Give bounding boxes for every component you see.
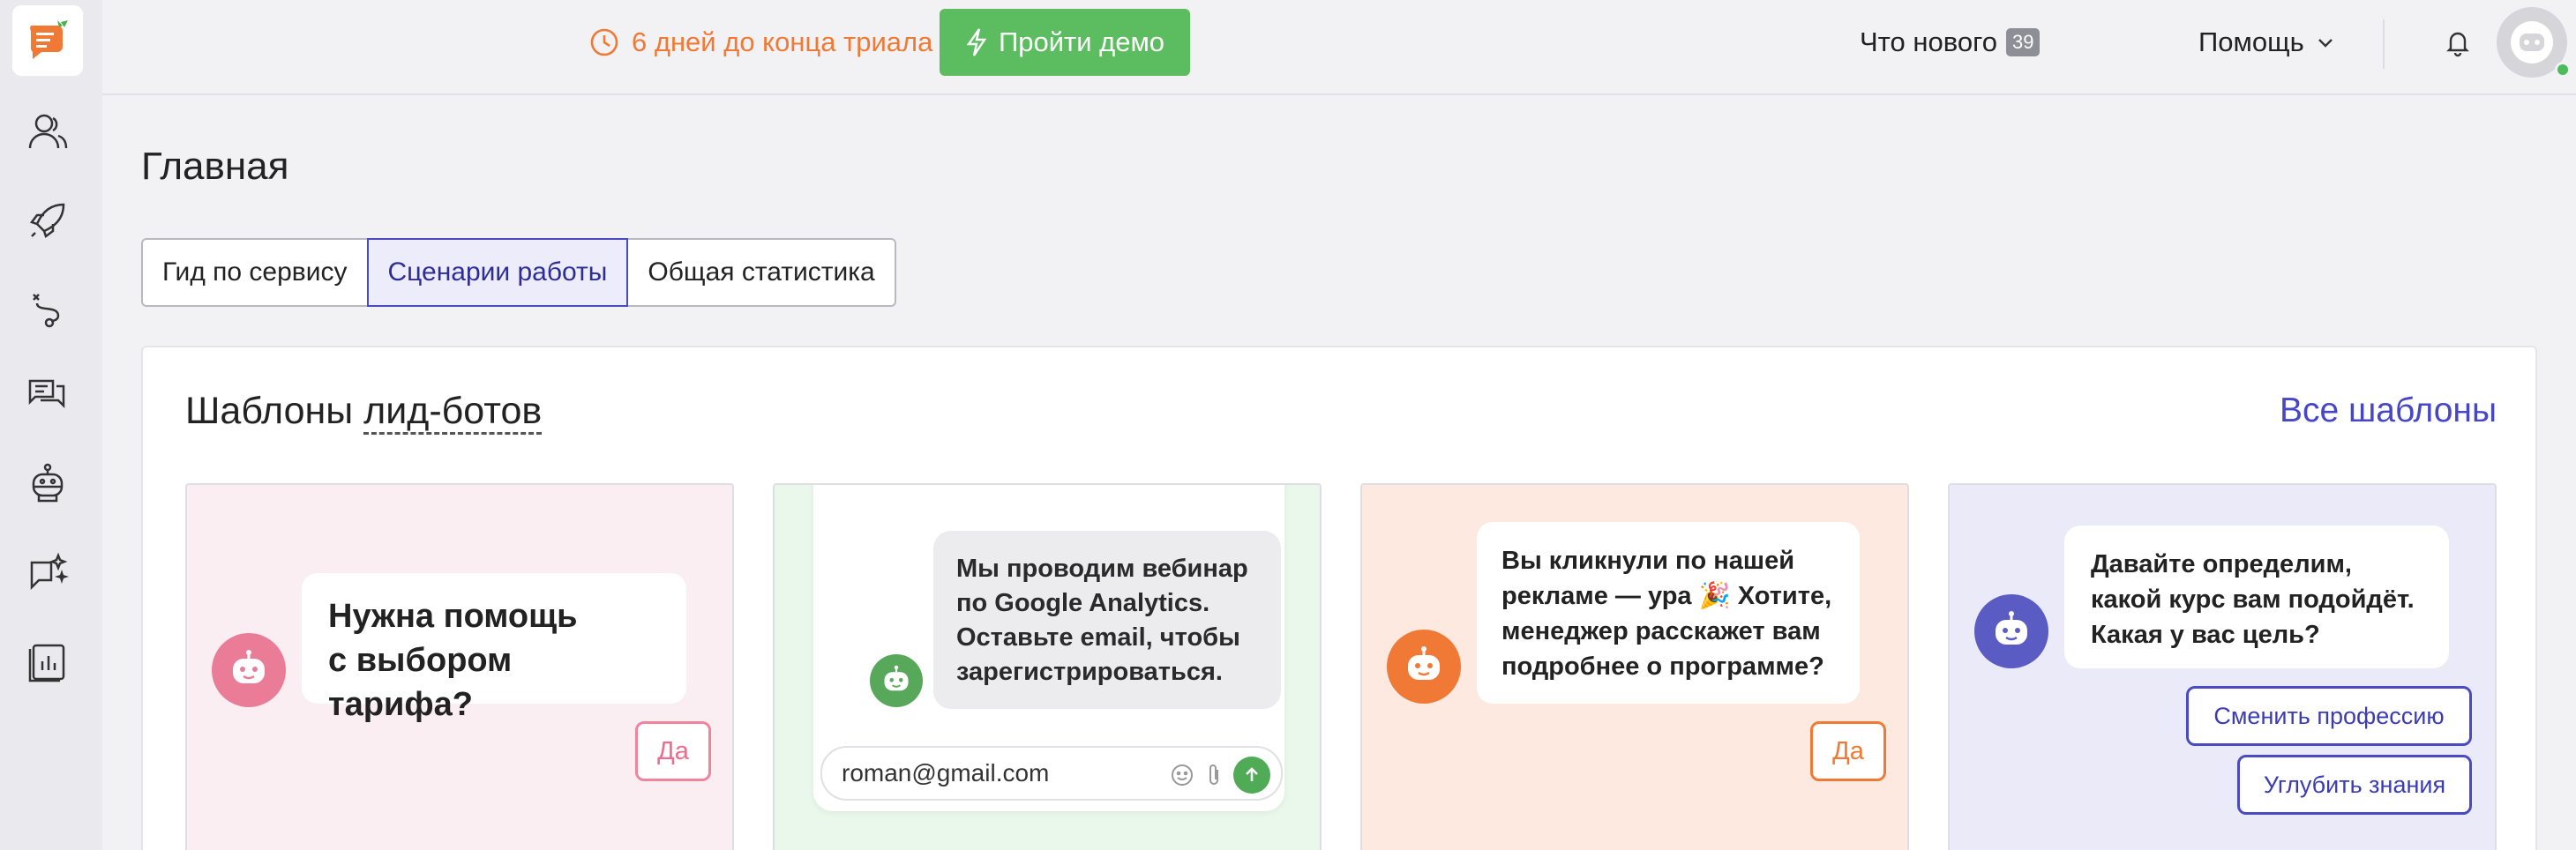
template-card[interactable]: Давайте определим, какой курс вам подойд… [1948,483,2497,850]
help-menu[interactable]: Помощь [2198,25,2336,60]
email-input-value: roman@gmail.com [842,759,1050,787]
clock-icon [590,28,618,56]
sparkle-chat-icon[interactable] [19,545,76,601]
message-line: Вы кликнули по нашей [1501,547,1795,575]
message-line: подробнее о программе? [1501,652,1824,681]
top-header: 6 дней до конца триала Пройти демо Что н… [102,0,2576,95]
tab-service-guide[interactable]: Гид по сервису [141,238,369,307]
analytics-icon[interactable] [19,633,76,690]
header-divider [2383,19,2385,69]
answer-deepen-knowledge-button[interactable]: Углубить знания [2237,755,2472,815]
message-line: менеджер расскажет вам [1501,617,1821,645]
lead-bot-templates-panel: Шаблоны лид-ботов Все шаблоны Нужна помо… [141,346,2537,850]
send-icon[interactable] [1233,757,1270,794]
whats-new-badge: 39 [2005,28,2041,56]
emoji-icon[interactable] [1170,763,1194,787]
message-line: Оставьте email, чтобы [956,623,1240,652]
bot-message-bubble: Мы проводим вебинар по Google Analytics.… [933,531,1281,709]
all-templates-link[interactable]: Все шаблоны [2280,391,2497,430]
demo-button[interactable]: Пройти демо [940,9,1190,76]
message-line: с выбором тарифа? [328,642,513,723]
bot-message-bubble: Давайте определим, какой курс вам подойд… [2064,526,2449,668]
tab-work-scenarios[interactable]: Сценарии работы [366,238,629,307]
sidebar [0,0,102,850]
logo-icon [30,20,68,59]
message-line: по Google Analytics. [956,589,1210,617]
page-title: Главная [141,145,289,188]
panel-title: Шаблоны лид-ботов [185,390,543,435]
bot-avatar-icon [1974,594,2048,668]
template-card[interactable]: Вы кликнули по нашей рекламе — ура 🎉 Хот… [1360,483,1909,850]
bolt-icon [966,28,987,56]
chat-icon[interactable] [19,369,76,425]
whats-new-label: Что нового [1860,26,1997,57]
tab-general-stats[interactable]: Общая статистика [626,238,896,307]
bot-icon[interactable] [19,457,76,513]
bot-avatar-icon [870,654,923,707]
answer-yes-button[interactable]: Да [635,721,711,781]
bot-avatar-icon [212,633,286,707]
trial-indicator[interactable]: 6 дней до конца триала [589,25,932,60]
bell-icon[interactable] [2440,25,2475,60]
message-line: Давайте определим, [2091,550,2352,578]
attach-icon[interactable] [1203,763,1224,787]
users-icon[interactable] [19,104,76,160]
message-line: рекламе — ура 🎉 Хотите, [1501,582,1832,610]
bot-message-bubble: Вы кликнули по нашей рекламе — ура 🎉 Хот… [1477,522,1860,704]
bot-message-bubble: Нужна помощь с выбором тарифа? [302,573,686,723]
demo-button-label: Пройти демо [998,26,1165,57]
panel-title-prefix: Шаблоны [185,390,354,432]
email-input[interactable]: roman@gmail.com [820,746,1283,801]
logo[interactable] [12,5,83,76]
bot-avatar-icon [1387,630,1461,704]
template-card[interactable]: Нужна помощь с выбором тарифа? Да [185,483,734,850]
rocket-icon[interactable] [19,192,76,249]
chevron-down-icon [2318,39,2333,48]
answer-yes-button[interactable]: Да [1810,721,1886,781]
message-line: какой курс вам подойдёт. [2091,585,2415,614]
online-status-dot [2555,62,2571,78]
message-line: зарегистрироваться. [956,658,1223,686]
message-line: Мы проводим вебинар [956,555,1248,583]
main-tabs: Гид по сервису Сценарии работы Общая ста… [141,238,896,307]
trial-text: 6 дней до конца триала [632,26,933,57]
whats-new-link[interactable]: Что нового 39 [1860,25,2041,60]
answer-change-profession-button[interactable]: Сменить профессию [2186,686,2472,746]
route-icon[interactable] [19,280,76,337]
help-label: Помощь [2198,26,2304,57]
template-card[interactable]: Мы проводим вебинар по Google Analytics.… [773,483,1322,850]
lead-bots-term-link[interactable]: лид-ботов [363,390,543,435]
message-line: Какая у вас цель? [2091,621,2320,649]
message-line: Нужна помощь [328,598,578,635]
